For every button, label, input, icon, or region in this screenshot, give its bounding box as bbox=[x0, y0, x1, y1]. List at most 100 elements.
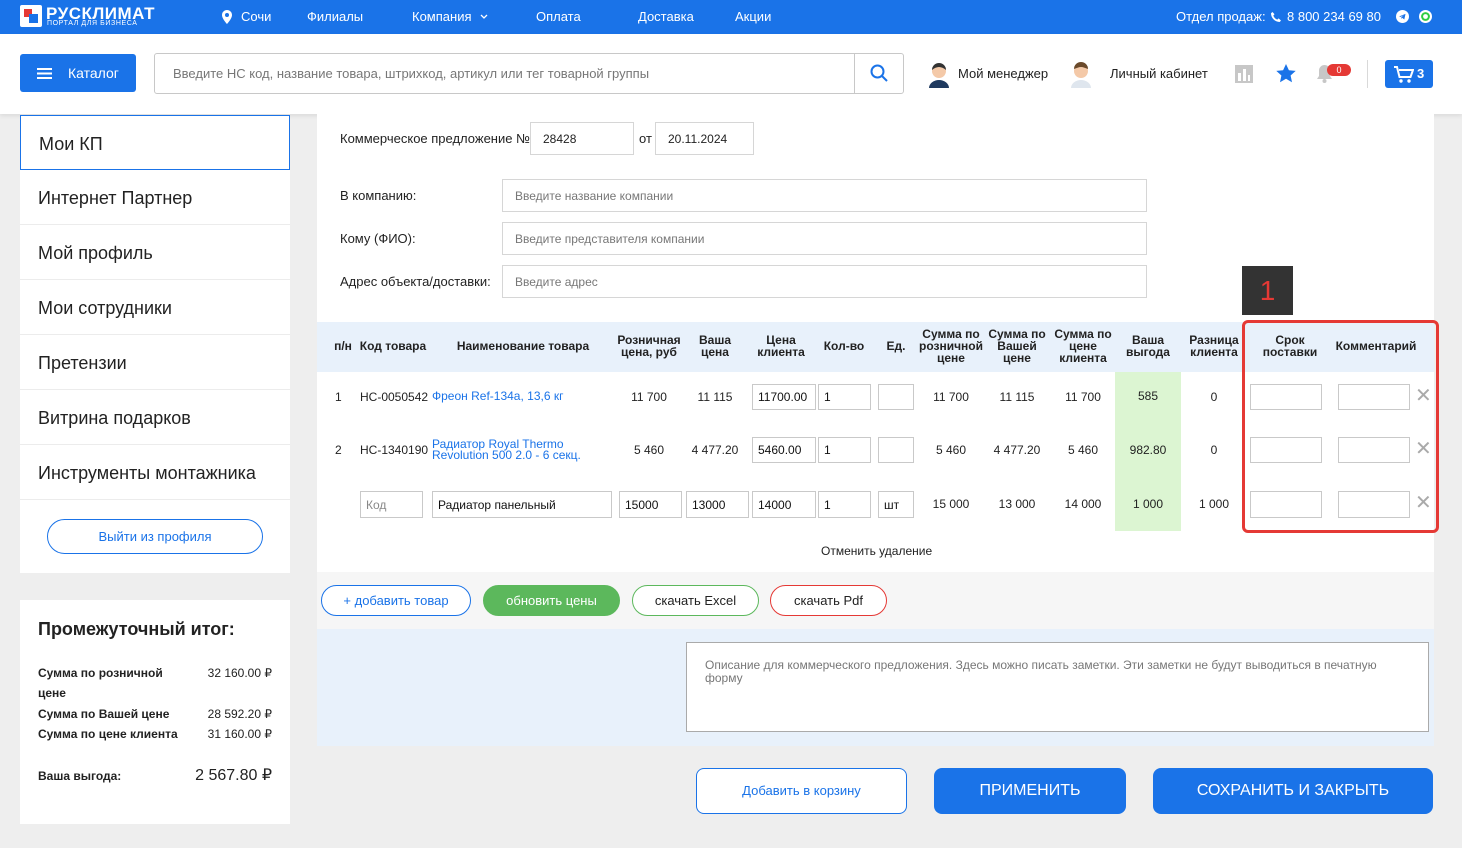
row-code-input[interactable]: Код bbox=[360, 491, 423, 518]
row-sum-your: 11 115 bbox=[999, 390, 1035, 404]
nav-promo[interactable]: Акции bbox=[735, 9, 771, 24]
delete-row-icon[interactable]: ✕ bbox=[1415, 493, 1432, 513]
apply-button[interactable]: ПРИМЕНИТЬ bbox=[934, 768, 1126, 814]
notes-textarea[interactable]: Описание для коммерческого предложения. … bbox=[686, 642, 1429, 732]
row-sum-client: 14 000 bbox=[1064, 497, 1102, 511]
row-unit-input[interactable] bbox=[878, 437, 914, 463]
whom-label: Кому (ФИО): bbox=[340, 231, 416, 246]
kp-date-input[interactable]: 20.11.2024 bbox=[655, 122, 754, 155]
summary-title: Промежуточный итог: bbox=[38, 619, 235, 639]
telegram-icon[interactable] bbox=[1396, 10, 1409, 23]
cart-icon bbox=[1394, 66, 1414, 83]
row-delivery-term-input[interactable] bbox=[1250, 491, 1322, 518]
summary-your-label: Сумма по Вашей цене bbox=[38, 707, 170, 721]
chart-icon[interactable] bbox=[1235, 65, 1253, 83]
chevron-down-icon[interactable] bbox=[480, 14, 488, 20]
row-unit-input[interactable]: шт bbox=[878, 491, 914, 518]
manager-avatar-icon[interactable] bbox=[927, 62, 951, 88]
nav-branches[interactable]: Филиалы bbox=[307, 9, 363, 24]
save-close-button[interactable]: СОХРАНИТЬ И ЗАКРЫТЬ bbox=[1153, 768, 1433, 814]
sidebar-item-my-profile[interactable]: Мой профиль bbox=[20, 225, 290, 280]
nav-company[interactable]: Компания bbox=[412, 9, 472, 24]
row-unit-input[interactable] bbox=[878, 384, 914, 410]
search-box bbox=[154, 53, 904, 94]
cabinet-label[interactable]: Личный кабинет bbox=[1110, 66, 1208, 81]
manager-label[interactable]: Мой менеджер bbox=[958, 66, 1048, 81]
row-sum-client: 5 460 bbox=[1067, 443, 1099, 457]
row-code: НС-1340190 bbox=[360, 443, 429, 457]
sidebar-item-claims[interactable]: Претензии bbox=[20, 335, 290, 390]
row-qty-input[interactable]: 1 bbox=[818, 491, 871, 518]
summary-benefit-value: 2 567.80 ₽ bbox=[195, 767, 272, 784]
row-delivery-term-input[interactable] bbox=[1250, 437, 1322, 463]
menu-icon bbox=[37, 68, 52, 79]
th-sum-your: Сумма по Вашей цене bbox=[988, 327, 1046, 365]
th-unit: Ед. bbox=[886, 339, 906, 353]
th-qty: Кол-во bbox=[823, 339, 865, 353]
catalog-label: Каталог bbox=[68, 65, 119, 81]
whatsapp-icon[interactable] bbox=[1418, 9, 1433, 24]
update-prices-button[interactable]: обновить цены bbox=[483, 585, 620, 616]
summary-retail-label-2: цене bbox=[38, 686, 66, 700]
row-name-input[interactable]: Радиатор панельный bbox=[432, 491, 612, 518]
download-pdf-button[interactable]: скачать Pdf bbox=[770, 585, 887, 616]
summary-retail-value: 32 160.00 ₽ bbox=[207, 666, 272, 680]
th-sum-client: Сумма по цене клиента bbox=[1054, 327, 1112, 365]
row-sum-client: 11 700 bbox=[1065, 390, 1101, 404]
whom-input[interactable]: Введите представителя компании bbox=[502, 222, 1147, 255]
delete-row-icon[interactable]: ✕ bbox=[1415, 386, 1432, 406]
row-your-price-input[interactable]: 13000 bbox=[686, 491, 749, 518]
sidebar-item-gifts[interactable]: Витрина подарков bbox=[20, 390, 290, 445]
sales-label: Отдел продаж: bbox=[1176, 9, 1266, 24]
kp-from-label: от bbox=[639, 131, 652, 146]
sidebar-item-employees[interactable]: Мои сотрудники bbox=[20, 280, 290, 335]
row-client-price-input[interactable]: 14000 bbox=[752, 491, 816, 518]
row-qty-input[interactable]: 1 bbox=[818, 437, 871, 463]
city-selector[interactable]: Сочи bbox=[241, 9, 271, 24]
row-product-link[interactable]: Фреон Ref-134a, 13,6 кг bbox=[432, 390, 563, 402]
company-input[interactable]: Введите название компании bbox=[502, 179, 1147, 212]
sidebar-item-installer-tools[interactable]: Инструменты монтажника bbox=[20, 445, 290, 500]
row-num: 2 bbox=[335, 443, 342, 457]
row-your-price: 11 115 bbox=[697, 390, 733, 404]
row-comment-input[interactable] bbox=[1338, 491, 1410, 518]
address-input[interactable]: Введите адрес bbox=[502, 265, 1147, 298]
sales-phone[interactable]: 8 800 234 69 80 bbox=[1287, 9, 1381, 24]
row-your-price: 4 477.20 bbox=[691, 443, 739, 457]
address-label: Адрес объекта/доставки: bbox=[340, 274, 491, 289]
th-client-price: Цена клиента bbox=[757, 333, 805, 359]
row-client-price-input[interactable]: 11700.00 bbox=[752, 384, 816, 410]
sidebar-menu: Мои КП Интернет Партнер Мой профиль Мои … bbox=[20, 115, 290, 573]
row-code: НС-0050542 bbox=[360, 390, 429, 404]
row-num: 1 bbox=[335, 390, 342, 404]
row-product-link[interactable]: Радиатор Royal Thermo Revolution 500 2.0 … bbox=[432, 438, 581, 461]
download-excel-button[interactable]: скачать Excel bbox=[632, 585, 759, 616]
search-input[interactable] bbox=[155, 54, 855, 93]
favorites-star-icon[interactable] bbox=[1276, 64, 1296, 83]
undo-delete-link[interactable]: Отменить удаление bbox=[821, 544, 932, 558]
th-comment: Комментарий bbox=[1335, 339, 1417, 353]
add-to-cart-button[interactable]: Добавить в корзину bbox=[696, 768, 907, 814]
logout-button[interactable]: Выйти из профиля bbox=[47, 519, 263, 554]
cart-button[interactable]: 3 bbox=[1385, 60, 1433, 88]
sidebar-item-my-kp[interactable]: Мои КП bbox=[20, 115, 290, 170]
cabinet-avatar-icon[interactable] bbox=[1069, 62, 1093, 88]
row-qty-input[interactable]: 1 bbox=[818, 384, 871, 410]
logo-icon[interactable] bbox=[20, 5, 42, 27]
row-diff: 0 bbox=[1210, 390, 1218, 404]
row-retail-input[interactable]: 15000 bbox=[619, 491, 682, 518]
nav-payment[interactable]: Оплата bbox=[536, 9, 581, 24]
kp-number-input[interactable]: 28428 bbox=[530, 122, 634, 155]
add-item-button[interactable]: + добавить товар bbox=[321, 585, 471, 616]
row-comment-input[interactable] bbox=[1338, 384, 1410, 410]
row-client-price-input[interactable]: 5460.00 bbox=[752, 437, 816, 463]
search-button[interactable] bbox=[854, 54, 903, 93]
row-delivery-term-input[interactable] bbox=[1250, 384, 1322, 410]
table-header: п/н Код товара Наименование товара Розни… bbox=[317, 322, 1434, 372]
nav-delivery[interactable]: Доставка bbox=[638, 9, 694, 24]
summary-client-value: 31 160.00 ₽ bbox=[207, 727, 272, 741]
sidebar-item-internet-partner[interactable]: Интернет Партнер bbox=[20, 170, 290, 225]
delete-row-icon[interactable]: ✕ bbox=[1415, 439, 1432, 459]
row-comment-input[interactable] bbox=[1338, 437, 1410, 463]
catalog-button[interactable]: Каталог bbox=[20, 54, 136, 92]
